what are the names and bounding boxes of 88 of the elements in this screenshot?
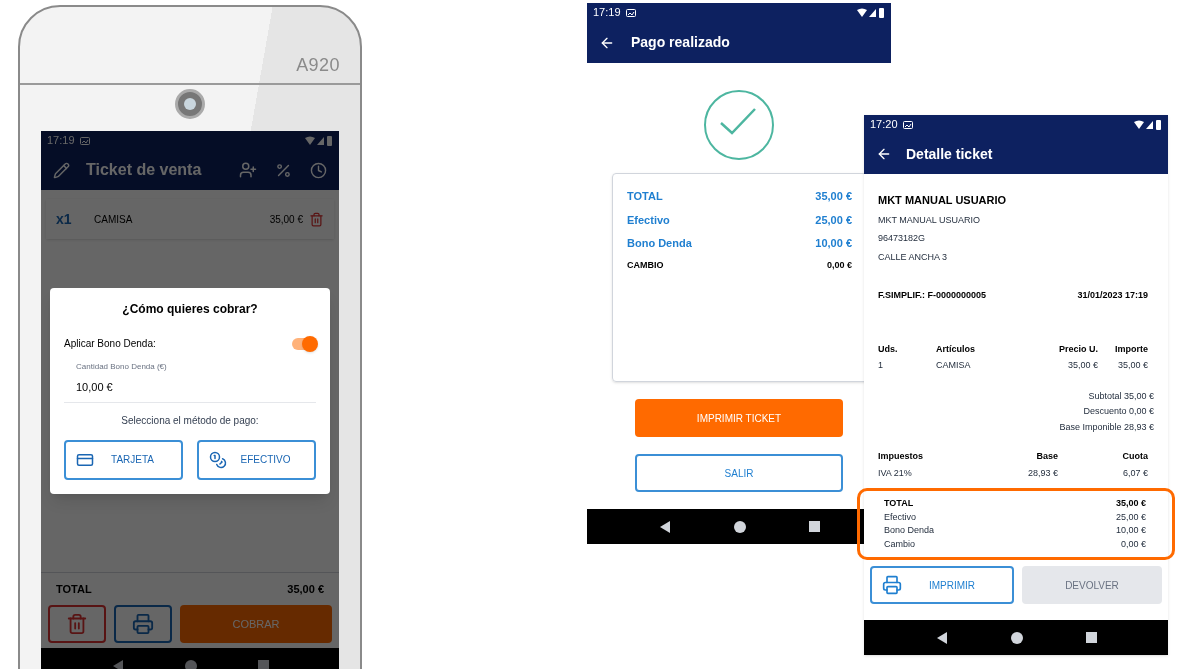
dialog-title: ¿Cómo quieres cobrar? (121, 301, 259, 318)
column-header: Precio U. (1058, 342, 1098, 356)
column-header: Cuota (1121, 450, 1148, 463)
app-bar-title: Ticket de venta (86, 160, 203, 180)
back-icon[interactable] (658, 520, 671, 533)
edit-icon[interactable] (53, 161, 70, 179)
column-header: Impuestos (878, 450, 924, 463)
quantity-text: x1 (56, 209, 73, 229)
summary-value: 35,00 € (815, 189, 852, 204)
table-cell-text: 35,00 € (1066, 359, 1098, 372)
trash-icon[interactable] (309, 211, 324, 227)
totals-line: Base Imponible 28,93 € (1059, 420, 1154, 434)
coins-icon (209, 450, 227, 469)
clock-icon[interactable] (310, 161, 327, 179)
table-cell-text: CAMISA (936, 359, 972, 372)
trash-icon (66, 613, 88, 635)
totals-line: Descuento 0,00 € (1083, 405, 1154, 418)
total-label: TOTAL (56, 581, 92, 597)
image-icon (625, 8, 636, 17)
payment-label: TOTAL (884, 497, 914, 510)
summary-value: 25,00 € (815, 212, 852, 228)
print-button[interactable]: IMPRIMIR (870, 566, 1014, 604)
invoice-number: F.SIMPLIF.: F-0000000005 (878, 289, 987, 302)
payment-value: 25,00 € (1115, 510, 1146, 524)
column-header: Base (1035, 450, 1058, 463)
printer-icon (882, 575, 902, 595)
status-icons (1134, 119, 1162, 130)
company-detail: MKT MANUAL USUARIO (878, 213, 981, 227)
summary-label: Bono Denda (627, 236, 692, 251)
home-icon[interactable] (733, 520, 746, 533)
totals-line: Subtotal 35,00 € (1088, 389, 1154, 403)
payment-value: 10,00 € (1115, 524, 1146, 537)
invoice-date: 31/01/2023 17:19 (1077, 289, 1148, 302)
payment-value: 35,00 € (1115, 497, 1146, 510)
printer-icon (132, 613, 154, 635)
total-value: 35,00 € (287, 581, 324, 597)
toggle-label: Aplicar Bono Denda: (64, 337, 156, 351)
column-header: Importe (1114, 342, 1148, 356)
model-label: A920 (296, 54, 340, 77)
status-icons (305, 135, 333, 146)
payment-label: Bono Denda (884, 524, 935, 537)
app-bar-title: Pago realizado (631, 33, 730, 52)
home-icon[interactable] (1010, 631, 1023, 644)
field-value: 10,00 € (76, 380, 114, 395)
status-time: 17:20 (870, 117, 898, 133)
price-text: 35,00 € (269, 212, 303, 227)
success-check-icon (703, 89, 775, 161)
status-icons (857, 7, 885, 18)
summary-value: 10,00 € (815, 236, 852, 251)
table-cell-text: IVA 21% (878, 466, 913, 480)
table-cell-text: 35,00 € (1116, 359, 1148, 372)
payment-label: Efectivo (884, 510, 916, 524)
table-cell-text: 28,93 € (1026, 466, 1058, 480)
card-payment-button[interactable]: TARJETA (64, 439, 183, 480)
status-time: 17:19 (593, 5, 621, 21)
print-button[interactable] (114, 605, 172, 643)
add-customer-icon[interactable] (239, 161, 257, 179)
bono-amount-field[interactable]: Cantidad Bono Denda (€) 10,00 € (64, 361, 316, 403)
payment-method-prompt: Selecciona el método de pago: (120, 413, 260, 428)
table-cell-text: 6,07 € (1121, 466, 1148, 480)
company-name: MKT MANUAL USUARIO (878, 193, 1008, 208)
payment-value: 0,00 € (1120, 537, 1146, 551)
summary-value: 0,00 € (826, 258, 852, 272)
recents-icon[interactable] (808, 521, 820, 532)
cash-payment-button[interactable]: EFECTIVO (197, 439, 316, 480)
image-icon (902, 120, 913, 129)
status-time: 17:19 (47, 133, 75, 149)
summary-label: CAMBIO (627, 258, 664, 272)
company-detail: 96473182G (878, 232, 927, 245)
product-name: CAMISA (94, 212, 134, 227)
field-label: Cantidad Bono Denda (€) (76, 361, 168, 373)
percent-icon[interactable] (275, 161, 292, 179)
summary-label: Efectivo (627, 212, 670, 228)
column-header: Uds. (878, 342, 899, 356)
bono-toggle[interactable] (292, 337, 316, 350)
table-cell-text: 1 (878, 359, 884, 372)
recents-icon[interactable] (1085, 632, 1097, 643)
summary-label: TOTAL (627, 189, 663, 204)
column-header: Artículos (936, 342, 976, 356)
exit-button[interactable]: SALIR (635, 454, 843, 492)
back-icon[interactable] (935, 631, 948, 644)
image-icon (79, 136, 90, 145)
delete-button[interactable] (48, 605, 106, 643)
app-bar-title: Detalle ticket (906, 144, 993, 164)
camera-icon (175, 89, 205, 119)
print-ticket-button[interactable]: IMPRIMIR TICKET (635, 399, 843, 437)
company-detail: CALLE ANCHA 3 (878, 250, 949, 264)
payment-label: Cambio (884, 537, 915, 551)
